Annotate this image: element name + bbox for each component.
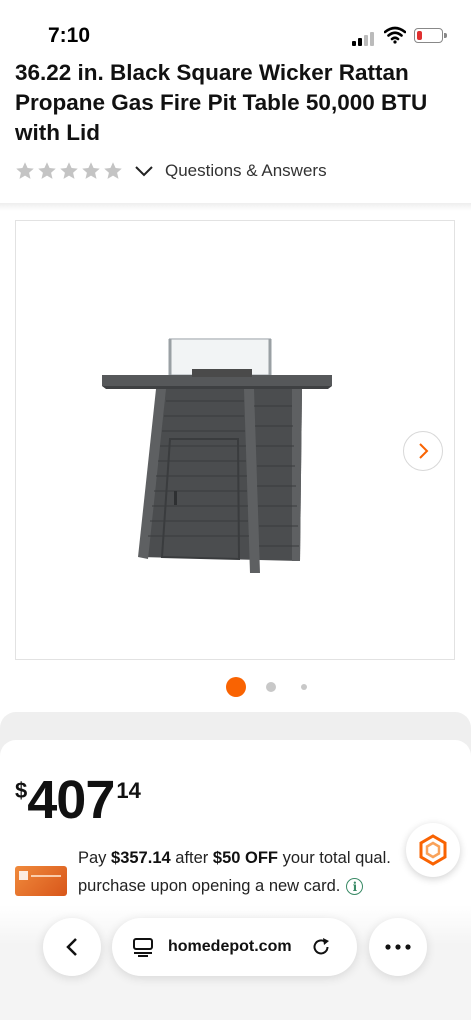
promo-pay-amount: $357.14 xyxy=(111,849,171,867)
credit-card-promo[interactable]: Pay $357.14 after $50 OFF your total qua… xyxy=(78,844,418,900)
chevron-down-icon[interactable] xyxy=(133,160,155,182)
hexagon-logo-icon xyxy=(419,834,447,866)
product-image[interactable] xyxy=(16,221,454,659)
star-icon xyxy=(38,162,56,179)
price-dollars: 407 xyxy=(27,770,115,830)
star-icon xyxy=(60,162,78,179)
rating-stars[interactable] xyxy=(15,161,123,181)
promo-off-amount: $50 OFF xyxy=(212,849,279,867)
signal-icon xyxy=(352,30,376,46)
product-image-frame[interactable] xyxy=(15,220,455,660)
pagination-dot-active[interactable] xyxy=(226,677,246,697)
promo-after: after xyxy=(175,849,209,867)
ellipsis-icon xyxy=(385,944,411,950)
questions-answers-link[interactable]: Questions & Answers xyxy=(165,161,327,181)
back-button[interactable] xyxy=(43,918,101,976)
price-currency: $ xyxy=(15,778,28,803)
star-icon xyxy=(82,162,100,179)
price: $ 407 14 xyxy=(15,770,141,830)
chevron-right-icon xyxy=(419,443,429,459)
promo-pay-prefix: Pay xyxy=(78,849,107,867)
address-bar[interactable]: homedepot.com xyxy=(112,918,357,976)
info-icon[interactable]: i xyxy=(346,878,364,896)
promo-line2: purchase upon opening a new card. xyxy=(78,877,341,895)
status-bar: 7:10 xyxy=(0,0,471,60)
promo-rest: your total qual. xyxy=(282,849,391,867)
chevron-left-icon xyxy=(66,938,77,956)
next-image-button[interactable] xyxy=(403,431,443,471)
credit-card-image xyxy=(15,866,67,896)
image-pagination xyxy=(0,676,471,697)
more-options-button[interactable] xyxy=(369,918,427,976)
tab-overview-icon[interactable] xyxy=(132,937,154,957)
reload-icon[interactable] xyxy=(310,936,332,958)
star-icon xyxy=(16,162,34,179)
wifi-icon xyxy=(384,26,406,44)
battery-icon xyxy=(414,28,447,43)
pagination-dot[interactable] xyxy=(301,684,307,690)
rating-row[interactable]: Questions & Answers xyxy=(15,158,327,184)
url-text[interactable]: homedepot.com xyxy=(168,938,292,956)
star-icon xyxy=(104,162,122,179)
status-time: 7:10 xyxy=(48,24,91,47)
section-divider xyxy=(0,203,471,211)
chat-assistant-button[interactable] xyxy=(406,823,460,877)
product-title: 36.22 in. Black Square Wicker Rattan Pro… xyxy=(15,60,428,145)
pagination-dot[interactable] xyxy=(266,682,276,692)
price-cents: 14 xyxy=(116,778,141,803)
